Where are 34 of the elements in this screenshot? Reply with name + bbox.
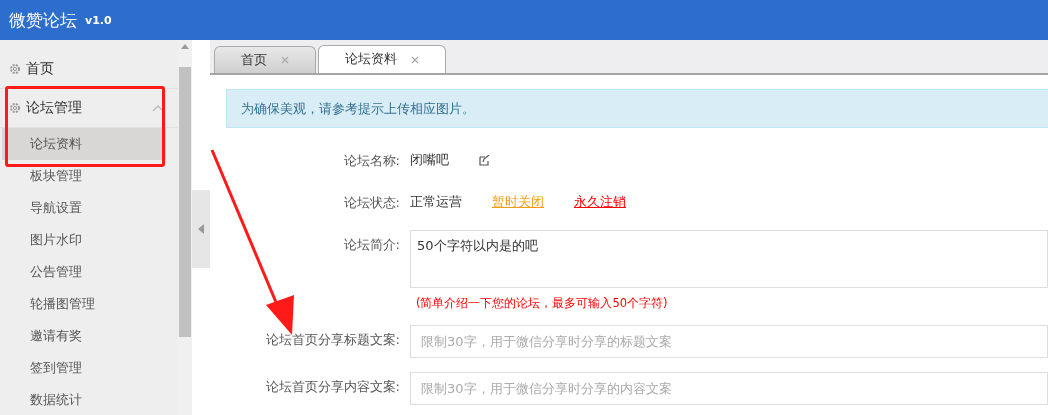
field-value: 闭嘴吧 [410,151,449,169]
edit-icon[interactable] [479,154,490,166]
version-label: v1.0 [85,13,112,27]
field-label: 论坛首页分享内容文案: [264,378,400,396]
field-label: 论坛首页分享标题文案: [264,331,400,349]
status-link[interactable]: 永久注销 [574,193,626,211]
sidebar-item[interactable]: 公告管理 [2,256,166,288]
sidebar-item[interactable]: 邀请有奖 [2,320,166,352]
status-value: 正常运营 [410,193,462,211]
field-label: 论坛名称: [342,152,400,170]
field-label: 论坛简介: [342,236,400,254]
sidebar-item[interactable]: 签到管理 [2,352,166,384]
tab[interactable]: 首页 [214,46,316,73]
sidebar-item[interactable]: 导航设置 [2,192,166,224]
sidebar-item[interactable]: 数据统计 [2,384,166,415]
sidebar-item[interactable]: 板块管理 [2,160,166,192]
input-field[interactable]: 限制30字，用于微信分享时分享的内容文案 [410,372,1048,405]
description-field[interactable]: 50个字符以内是的吧 [410,230,1048,288]
close-icon[interactable] [411,55,419,64]
close-icon[interactable] [281,56,289,64]
sidebar-item[interactable]: 论坛资料 [2,128,166,160]
gear-icon [9,102,21,114]
scrollbar[interactable] [178,40,192,415]
sidebar-item[interactable]: 图片水印 [2,224,166,256]
app-title: 微赞论坛 [9,8,77,32]
input-field[interactable]: 限制30字，用于微信分享时分享的标题文案 [410,325,1048,358]
scroll-up-icon[interactable] [181,44,189,49]
gear-icon [9,63,21,75]
notice-banner: 为确保美观，请参考提示上传相应图片。 [226,89,1048,128]
collapse-handle[interactable] [192,190,210,268]
field-label: 论坛状态: [342,194,400,212]
hint-text: (简单介绍一下您的论坛，最多可输入50个字符) [415,296,669,311]
sidebar-item[interactable]: 轮播图管理 [2,288,166,320]
tab[interactable]: 论坛资料 [318,45,446,73]
